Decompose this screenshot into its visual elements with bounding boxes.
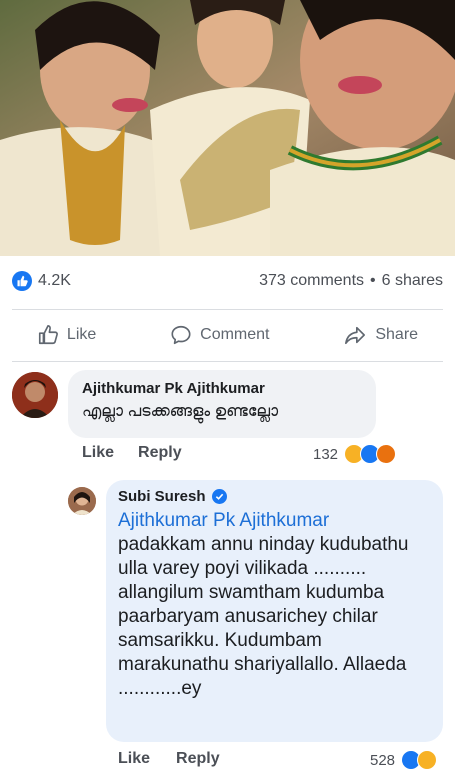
comment-actions: Like Reply <box>82 444 182 462</box>
reply-like-button[interactable]: Like <box>118 750 150 768</box>
like-button[interactable]: Like <box>37 324 96 346</box>
shares-count[interactable]: 6 shares <box>382 272 443 290</box>
post-photo[interactable] <box>0 0 455 256</box>
like-reaction-icon <box>12 271 32 291</box>
comment-button[interactable]: Comment <box>170 324 270 346</box>
haha-reaction-icon <box>417 750 438 770</box>
thumbs-up-icon <box>38 325 58 345</box>
comment-reply-button[interactable]: Reply <box>138 444 182 462</box>
reply-bubble: Subi Suresh Ajithkumar Pk Ajithkumar pad… <box>106 480 443 742</box>
angry-reaction-icon <box>376 444 397 464</box>
likes-count: 4.2K <box>38 272 71 289</box>
share-button[interactable]: Share <box>343 324 418 346</box>
comment-like-button[interactable]: Like <box>82 444 114 462</box>
comment-bubble: Ajithkumar Pk Ajithkumar എല്ലാ പടക്കങ്ങള… <box>68 370 376 438</box>
avatar[interactable] <box>12 372 58 418</box>
comment-label: Comment <box>200 326 270 343</box>
comment-text: എല്ലാ പടക്കങ്ങളും ഉണ്ടല്ലോ <box>82 403 279 420</box>
post-stats: 4.2K 373 comments • 6 shares <box>0 256 455 306</box>
avatar[interactable] <box>68 487 96 515</box>
like-label: Like <box>66 326 97 343</box>
share-icon <box>345 326 366 345</box>
reply-text: padakkam annu ninday kudubathu ulla vare… <box>118 534 409 699</box>
share-label: Share <box>375 326 419 343</box>
reactions-summary[interactable]: 4.2K <box>12 271 71 291</box>
reaction-count: 528 <box>370 751 396 769</box>
commenter-avatar-image <box>12 372 58 418</box>
comment-icon <box>171 325 191 345</box>
photo-illustration <box>0 0 455 256</box>
reaction-count: 132 <box>313 445 339 463</box>
reply-author[interactable]: Subi Suresh <box>118 488 206 505</box>
divider <box>12 361 443 362</box>
reply-actions: Like Reply <box>118 750 220 768</box>
reply-reactions[interactable]: 528 <box>370 750 438 770</box>
replier-avatar-image <box>68 487 96 515</box>
post-actions: Like Comment Share <box>0 309 455 361</box>
reply-reply-button[interactable]: Reply <box>176 750 220 768</box>
stats-separator: • <box>370 272 376 289</box>
verified-badge-icon <box>211 489 227 504</box>
reply-mention[interactable]: Ajithkumar Pk Ajithkumar <box>118 509 431 533</box>
comment-author[interactable]: Ajithkumar Pk Ajithkumar <box>82 380 362 397</box>
comment-reactions[interactable]: 132 <box>313 444 397 464</box>
comments-count[interactable]: 373 comments <box>259 272 364 290</box>
